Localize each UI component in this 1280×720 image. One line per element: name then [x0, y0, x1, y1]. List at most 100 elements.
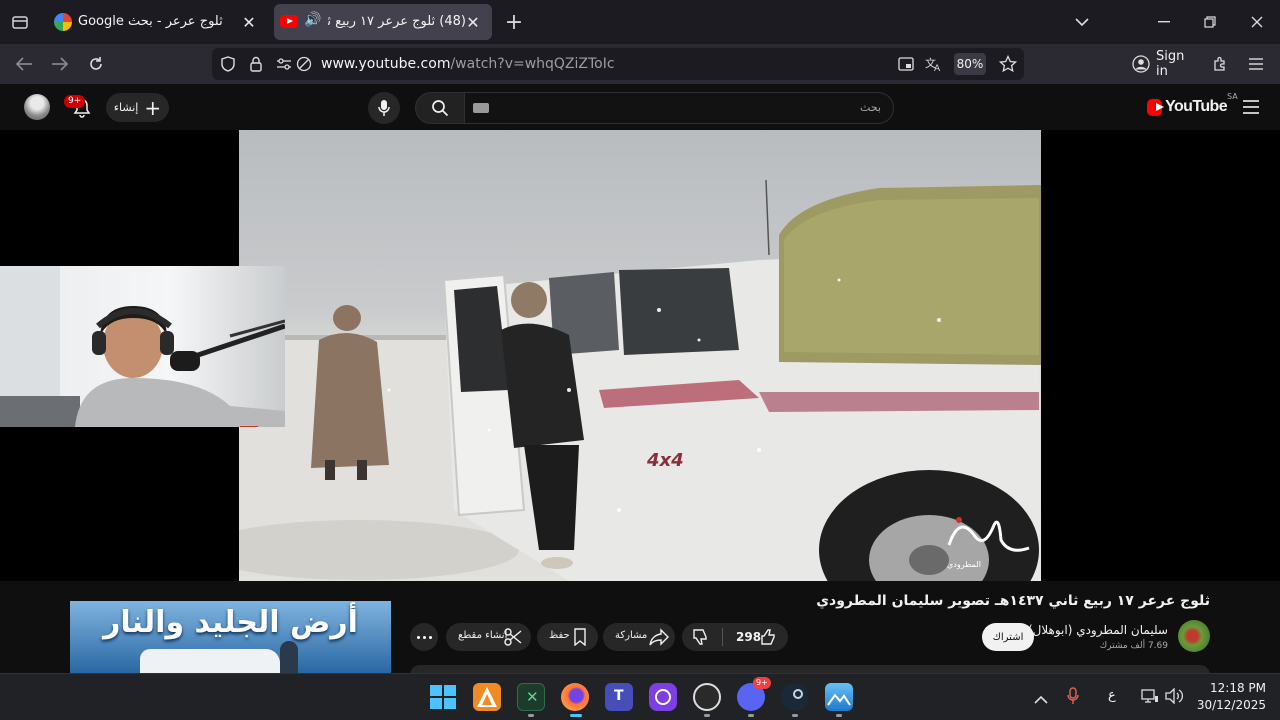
zoom-badge[interactable]: 80%: [954, 53, 986, 75]
country-code: SA: [1227, 92, 1238, 101]
steam-icon[interactable]: [781, 683, 809, 711]
notifications-button[interactable]: 9+: [64, 92, 96, 122]
video-title: ثلوج عرعر ١٧ ربيع ثاني ١٤٣٧هـ تصوير سليم…: [816, 593, 1210, 609]
thumbnail-person: [280, 641, 298, 673]
firefox-icon[interactable]: [561, 683, 589, 711]
like-dislike-group: 298: [682, 623, 788, 651]
clock[interactable]: 12:18 PM 30/12/2025: [1196, 680, 1266, 714]
reload-icon[interactable]: [84, 52, 108, 76]
extensions-icon[interactable]: [1208, 52, 1232, 76]
webcam-person: [0, 266, 285, 427]
picture-in-picture-icon[interactable]: [894, 52, 918, 76]
menu-icon[interactable]: [1244, 52, 1268, 76]
close-window-icon[interactable]: [1245, 10, 1269, 34]
speaker-icon[interactable]: 🔊: [304, 12, 321, 28]
teams-icon[interactable]: T: [605, 683, 633, 711]
excel-icon[interactable]: ✕: [517, 683, 545, 711]
youtube-wordmark: YouTube: [1165, 98, 1227, 115]
new-tab-icon[interactable]: +: [502, 10, 526, 35]
dislike-button[interactable]: [692, 628, 714, 646]
video-info: ثلوج عرعر ١٧ ربيع ثاني ١٤٣٧هـ تصوير سليم…: [0, 581, 1280, 675]
subscribe-button[interactable]: اشتراك: [982, 623, 1034, 651]
avatar[interactable]: [24, 94, 50, 120]
channel-name[interactable]: سليمان المطرودي (ابوهلال): [1028, 623, 1168, 637]
bookmark-star-icon[interactable]: [996, 52, 1020, 76]
photos-icon[interactable]: [825, 683, 853, 711]
recommended-thumbnail[interactable]: أرض الجليد والنار: [70, 601, 391, 673]
voice-search-button[interactable]: [368, 92, 400, 124]
url-text[interactable]: www.youtube.com/watch?v=whqQZiZToIc: [321, 56, 615, 72]
clip-button[interactable]: إنشاء مقطع: [446, 623, 531, 651]
share-icon: [649, 628, 669, 646]
video-frame[interactable]: 4x4 المطرودي: [239, 130, 1041, 581]
tab-title: (48) ثلوج عرعر ١٧ ربيع ثاني: [328, 14, 466, 29]
save-label: حفظ: [549, 630, 570, 641]
search-button[interactable]: [415, 92, 465, 124]
url-host: www.youtube.com: [321, 56, 451, 72]
windows-taskbar: ✕ T 9+ ع 12:18 PM 30/12/2025: [0, 673, 1280, 720]
youtube-header: 9+ إنشاء + بحث YouTube SA: [0, 84, 1280, 130]
tab-google-search[interactable]: ثلوج عرعر - بحث Google ✕: [44, 4, 268, 40]
scissors-icon: [504, 628, 522, 646]
autoplay-blocked-icon[interactable]: [292, 52, 316, 76]
restore-icon[interactable]: [1198, 10, 1222, 34]
more-actions-button[interactable]: [410, 623, 438, 651]
lock-icon[interactable]: [244, 52, 268, 76]
forward-icon[interactable]: [48, 52, 72, 76]
google-icon: [54, 13, 72, 31]
save-button[interactable]: حفظ: [537, 623, 598, 651]
channel-avatar[interactable]: [1178, 620, 1210, 652]
tab-youtube-video[interactable]: 🔊 (48) ثلوج عرعر ١٧ ربيع ثاني ✕: [274, 4, 492, 40]
like-button[interactable]: [760, 628, 782, 646]
app-launcher-icon[interactable]: [473, 683, 501, 711]
watermark-calligraphy-icon: [947, 517, 1030, 552]
zoom-level: 80%: [956, 57, 984, 71]
discord-icon[interactable]: 9+: [737, 677, 771, 711]
close-tab-icon[interactable]: ✕: [240, 13, 258, 32]
sign-in-button[interactable]: Sign in: [1124, 48, 1200, 80]
chevron-down-icon[interactable]: [1070, 10, 1094, 34]
close-tab-icon[interactable]: ✕: [464, 13, 482, 32]
url-bar[interactable]: www.youtube.com/watch?v=whqQZiZToIc 文A 8…: [212, 48, 1024, 80]
tab-overview-icon[interactable]: [8, 10, 32, 34]
like-icon: [761, 629, 775, 645]
share-button[interactable]: مشاركة: [603, 623, 675, 651]
start-icon[interactable]: [428, 683, 456, 711]
network-icon[interactable]: [1141, 688, 1159, 708]
language-indicator[interactable]: ع: [1108, 688, 1116, 703]
bookmark-icon: [574, 628, 586, 646]
search-input[interactable]: بحث: [464, 92, 894, 124]
video-player[interactable]: 4x4 المطرودي: [0, 130, 1280, 581]
dislike-icon: [693, 629, 707, 645]
account-icon: [1132, 55, 1150, 73]
youtube-logo[interactable]: YouTube SA: [1147, 92, 1238, 118]
keyboard-icon[interactable]: [473, 103, 489, 113]
sign-in-label: Sign in: [1156, 49, 1185, 79]
youtube-icon: [280, 15, 298, 28]
youtube-play-icon: [1147, 98, 1164, 116]
search-icon: [432, 100, 449, 117]
discord-badge: 9+: [753, 677, 771, 689]
create-label: إنشاء: [113, 101, 139, 114]
thumbnail-title: أرض الجليد والنار: [103, 605, 358, 640]
search-placeholder: بحث: [860, 101, 881, 114]
truck-badge: 4x4: [647, 450, 684, 471]
notifications-badge: 9+: [64, 95, 86, 108]
shield-icon[interactable]: [216, 52, 240, 76]
translate-icon[interactable]: 文A: [922, 52, 946, 76]
microphone-icon[interactable]: [1067, 687, 1079, 709]
webcam-overlay: [0, 266, 285, 427]
browser-toolbar: www.youtube.com/watch?v=whqQZiZToIc 文A 8…: [0, 44, 1280, 84]
back-icon[interactable]: [12, 52, 36, 76]
minimize-icon[interactable]: [1152, 10, 1176, 34]
guide-menu-icon[interactable]: [1243, 99, 1259, 114]
like-divider: [722, 628, 723, 646]
obs-icon[interactable]: [693, 683, 721, 711]
create-button[interactable]: إنشاء +: [106, 93, 169, 122]
clip-label: إنشاء مقطع: [458, 630, 508, 641]
thumbnail-car: [140, 649, 280, 673]
tray-chevron-icon[interactable]: [1034, 690, 1048, 709]
volume-icon[interactable]: [1165, 687, 1183, 708]
like-count: 298: [736, 630, 762, 644]
circle-app-icon[interactable]: [649, 683, 677, 711]
